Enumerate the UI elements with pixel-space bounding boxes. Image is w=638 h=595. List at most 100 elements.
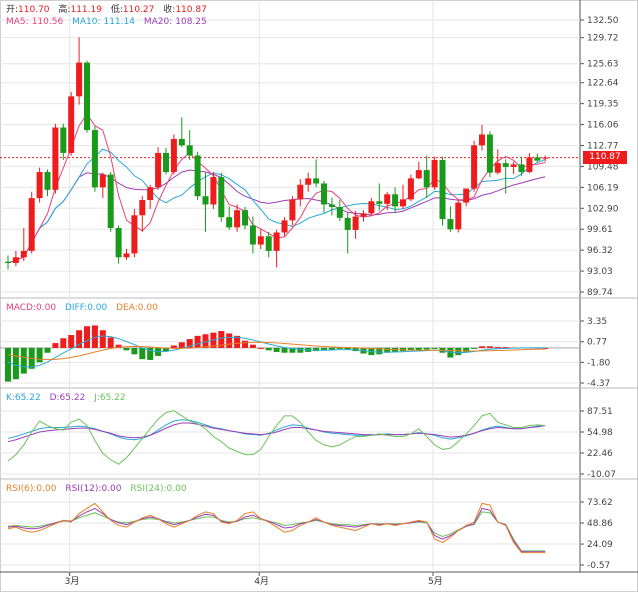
low-label: 低: (110, 5, 123, 15)
macd-y-tick-label: 3.35 (587, 317, 607, 327)
macd-bar (486, 346, 493, 348)
candle-body (471, 145, 478, 189)
candle (534, 153, 541, 163)
candle-body (328, 204, 335, 208)
main-y-tick-label: 116.06 (587, 121, 619, 131)
candle (20, 228, 27, 262)
candle (344, 212, 351, 254)
macd-bar (60, 338, 67, 348)
candle-body (384, 194, 391, 204)
candle (479, 124, 485, 151)
ma10-label: MA10: (72, 17, 101, 27)
candle-body (12, 257, 19, 263)
candle (5, 255, 11, 270)
macd-bar (194, 335, 201, 348)
ma20-label: MA20: (143, 17, 173, 27)
candle-body (518, 164, 525, 173)
macd-bar (273, 347, 280, 352)
candle (36, 167, 43, 203)
candle (439, 156, 446, 226)
kdj-k-line (7, 419, 546, 441)
macd-y-tick-label: -1.80 (587, 358, 611, 368)
candle (447, 206, 454, 232)
macd-legend: MACD:0.00 DIFF:0.00 DEA:0.00 (6, 303, 164, 314)
candle-body (463, 188, 470, 203)
kdj-legend-d: D:65.22 (49, 393, 86, 403)
candle-body (479, 134, 485, 146)
high-label: 高: (58, 5, 71, 15)
candle (415, 161, 422, 180)
candle (368, 198, 375, 216)
macd-bar (131, 347, 138, 355)
candle-body (186, 145, 193, 156)
candle (218, 172, 225, 222)
candle (60, 123, 67, 160)
kdj-j-line (7, 410, 546, 465)
candle-body (289, 199, 296, 221)
candle-body (447, 219, 454, 230)
macd-bar (297, 347, 304, 353)
candle-body (392, 194, 399, 207)
macd-bar (479, 346, 485, 348)
candle (336, 200, 343, 222)
high-value: 111.19 (70, 5, 102, 15)
candle-body (281, 220, 288, 233)
candle-body (368, 201, 375, 214)
candle (107, 172, 114, 232)
candle-body (202, 196, 209, 205)
macd-bar (471, 347, 478, 349)
candle-body (352, 216, 359, 230)
candle (194, 151, 201, 201)
candle (242, 207, 248, 230)
candle-body (123, 253, 130, 258)
candle (328, 197, 335, 216)
candle (12, 250, 19, 267)
macd-bar (178, 342, 185, 348)
kdj-legend-k: K:65.22 (6, 393, 41, 403)
macd-legend-macd: MACD:0.00 (6, 303, 57, 313)
macd-bar (242, 340, 248, 348)
candle (360, 210, 367, 222)
macd-bar (36, 347, 43, 363)
candle (463, 188, 470, 207)
candle (265, 231, 272, 258)
candle (139, 196, 146, 232)
candle-body (234, 210, 241, 228)
macd-bar (52, 343, 59, 348)
low-value: 110.27 (122, 5, 155, 15)
candle (91, 126, 98, 192)
candle-body (423, 170, 430, 188)
candle (423, 155, 430, 199)
macd-bar (12, 347, 19, 380)
main-y-tick-label: 132.50 (587, 16, 619, 26)
rsi-y-tick-label: -0.57 (587, 561, 610, 571)
candle-body (36, 172, 43, 199)
candle (518, 156, 525, 176)
macd-y-tick-label: 0.77 (587, 338, 607, 348)
candle-body (376, 201, 383, 204)
macd-bar (68, 335, 75, 348)
candle (407, 174, 414, 202)
candle-body (20, 250, 27, 258)
candle (455, 200, 462, 233)
macd-legend-dea: DEA:0.00 (116, 303, 158, 313)
candle (510, 161, 517, 174)
kdj-legend: K:65.22 D:65.22 J:65.22 (6, 393, 132, 404)
candle-body (534, 157, 541, 161)
candle-body (76, 62, 83, 97)
main-y-tick-label: 102.90 (587, 204, 619, 214)
macd-bar (336, 347, 343, 349)
candle (155, 147, 162, 190)
stock-chart[interactable]: 132.50 129.72 125.63 122.64 119.35 116.06 112.… (0, 0, 638, 592)
candle-body (91, 130, 98, 188)
candle-body (52, 127, 59, 190)
candle-body (360, 213, 367, 217)
close-value: 110.87 (175, 5, 207, 15)
candle-body (242, 210, 248, 226)
kdj-y-tick-label: -10.07 (587, 470, 616, 480)
candle-body (431, 159, 438, 188)
close-label: 收: (163, 5, 176, 15)
macd-bar (123, 347, 130, 351)
macd-bar (249, 344, 256, 348)
main-y-tick-label: 89.74 (587, 288, 613, 298)
